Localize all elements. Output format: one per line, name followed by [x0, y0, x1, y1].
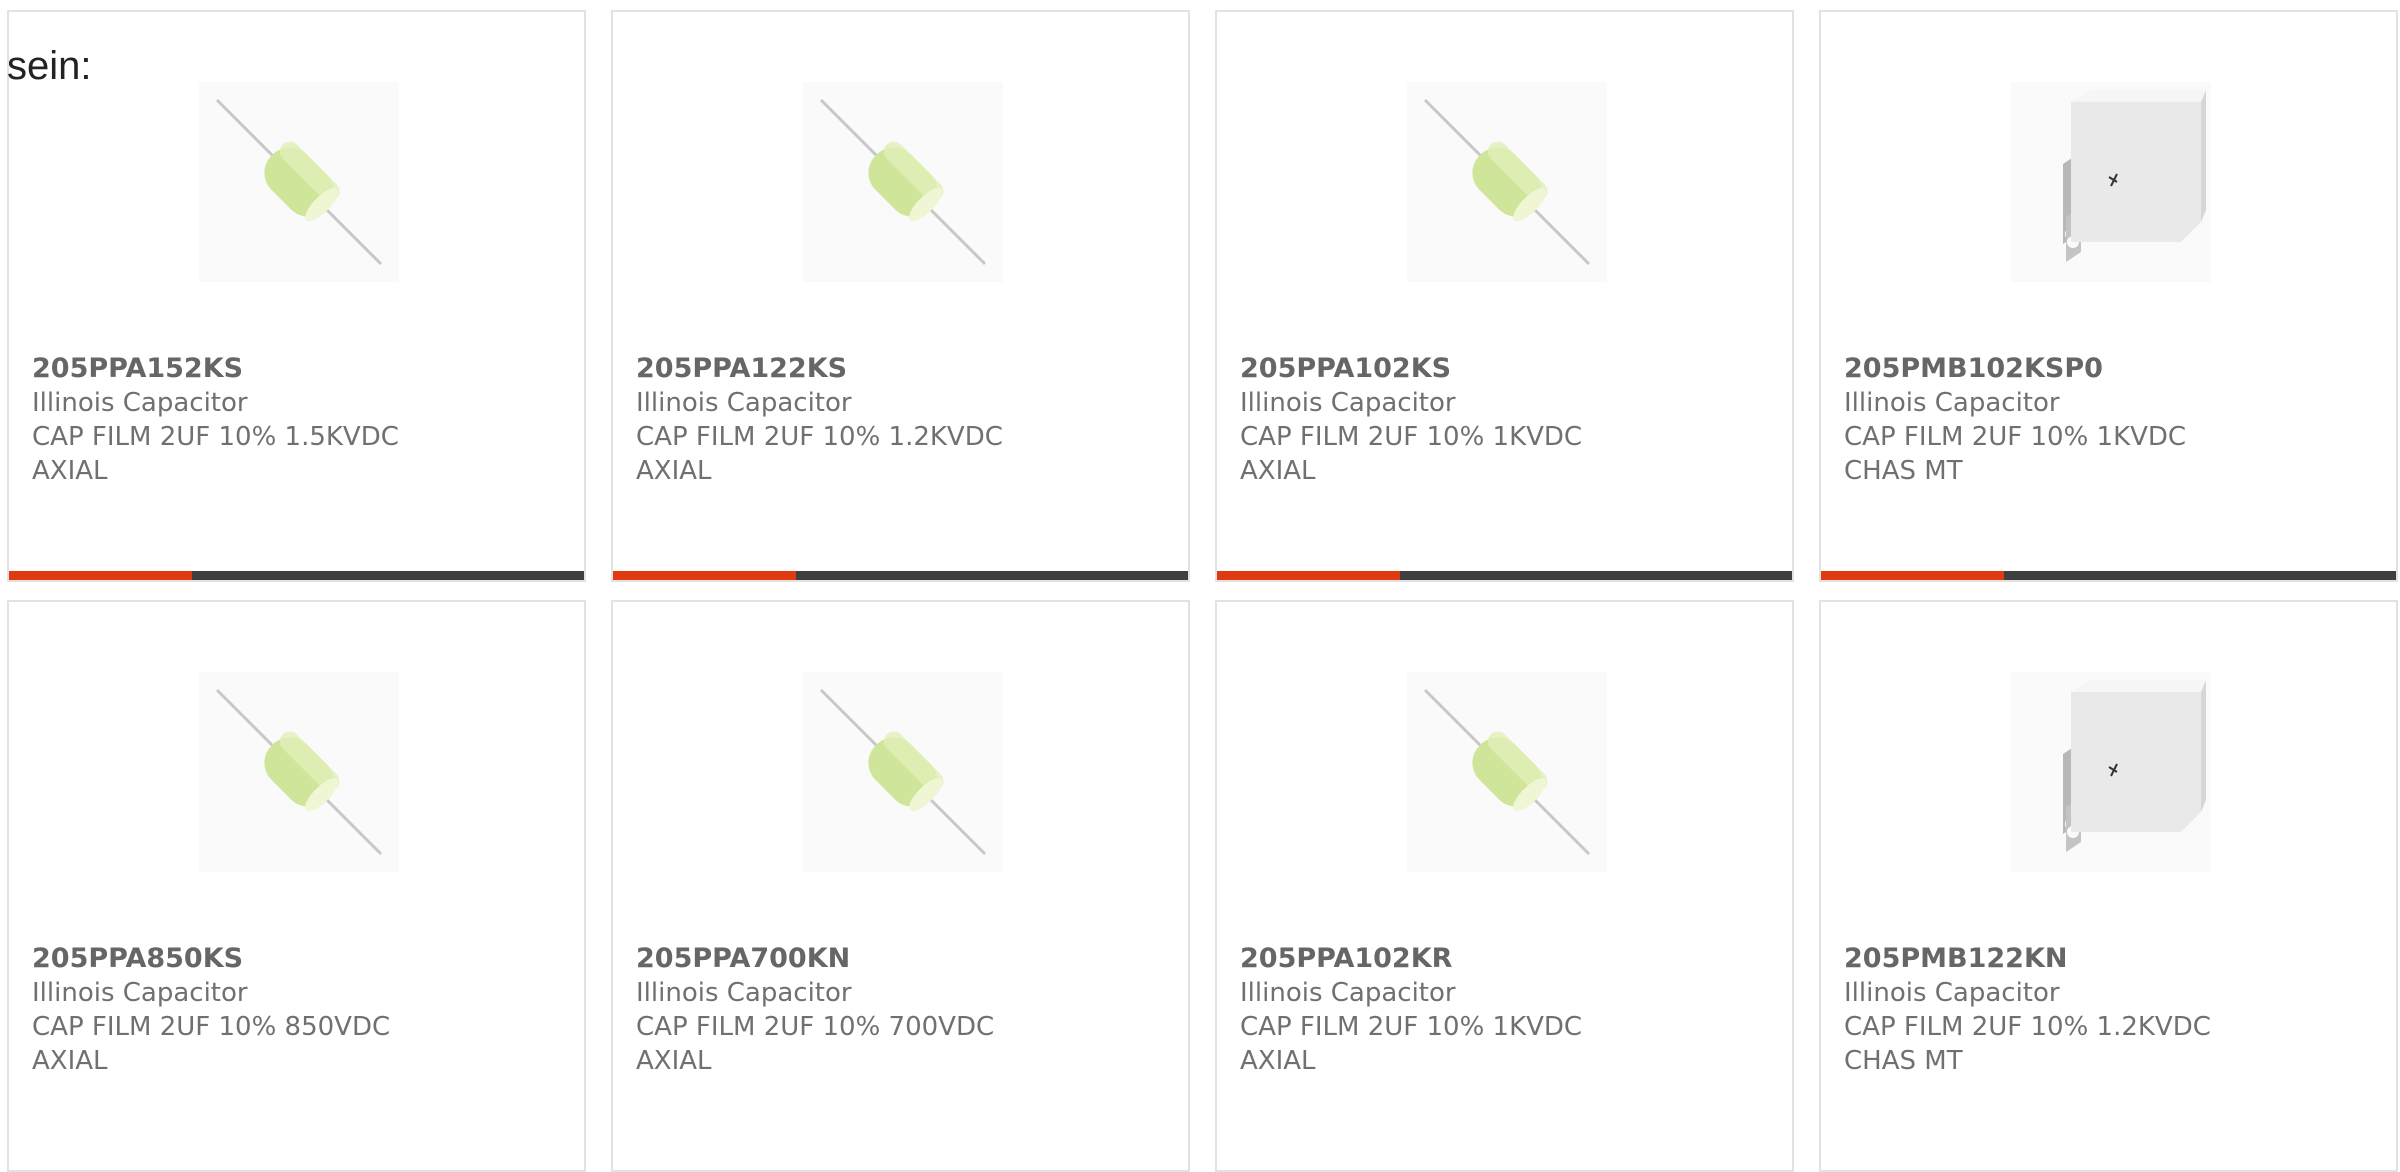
axial-film-capacitor-icon [819, 98, 987, 266]
part-number-link[interactable]: 205PPA850KS [32, 942, 432, 976]
card-accent-bar [1821, 571, 2004, 580]
product-info: 205PMB102KSP0 Illinois Capacitor CAP FIL… [1844, 352, 2244, 488]
axial-film-capacitor-icon [215, 98, 383, 266]
description: CAP FILM 2UF 10% 850VDC AXIAL [32, 1012, 391, 1076]
description: CAP FILM 2UF 10% 1.2KVDC AXIAL [636, 422, 1003, 486]
product-card[interactable]: 205PPA700KN Illinois Capacitor CAP FILM … [611, 600, 1190, 1172]
card-bottom-bar [613, 571, 1188, 580]
product-image[interactable] [803, 672, 1003, 872]
manufacturer: Illinois Capacitor [1844, 388, 2060, 418]
product-info: 205PPA700KN Illinois Capacitor CAP FILM … [636, 942, 1036, 1078]
chassis-mount-capacitor-icon [2063, 90, 2206, 262]
manufacturer: Illinois Capacitor [32, 388, 248, 418]
part-number-link[interactable]: 205PPA122KS [636, 352, 1036, 386]
product-image[interactable] [199, 672, 399, 872]
description: CAP FILM 2UF 10% 1KVDC CHAS MT [1844, 422, 2187, 486]
product-card[interactable]: 205PPA122KS Illinois Capacitor CAP FILM … [611, 10, 1190, 582]
chassis-mount-capacitor-icon [2063, 680, 2206, 852]
manufacturer: Illinois Capacitor [636, 978, 852, 1008]
product-info: 205PPA850KS Illinois Capacitor CAP FILM … [32, 942, 432, 1078]
part-number-link[interactable]: 205PPA700KN [636, 942, 1036, 976]
card-accent-bar [1217, 571, 1400, 580]
card-accent-bar [613, 571, 796, 580]
description: CAP FILM 2UF 10% 1KVDC AXIAL [1240, 422, 1583, 486]
manufacturer: Illinois Capacitor [636, 388, 852, 418]
product-image[interactable] [803, 82, 1003, 282]
part-number-link[interactable]: 205PPA102KR [1240, 942, 1640, 976]
description: CAP FILM 2UF 10% 700VDC AXIAL [636, 1012, 995, 1076]
manufacturer: Illinois Capacitor [1240, 978, 1456, 1008]
manufacturer: Illinois Capacitor [1240, 388, 1456, 418]
product-info: 205PMB122KN Illinois Capacitor CAP FILM … [1844, 942, 2244, 1078]
card-bottom-bar [1821, 571, 2396, 580]
product-info: 205PPA122KS Illinois Capacitor CAP FILM … [636, 352, 1036, 488]
card-accent-bar [9, 571, 192, 580]
product-card[interactable]: 205PPA152KS Illinois Capacitor CAP FILM … [7, 10, 586, 582]
product-grid: 205PPA152KS Illinois Capacitor CAP FILM … [7, 10, 2400, 1172]
axial-film-capacitor-icon [1423, 98, 1591, 266]
card-bottom-bar [9, 571, 584, 580]
manufacturer: Illinois Capacitor [32, 978, 248, 1008]
part-number-link[interactable]: 205PMB122KN [1844, 942, 2244, 976]
product-info: 205PPA152KS Illinois Capacitor CAP FILM … [32, 352, 432, 488]
product-card[interactable]: 205PPA850KS Illinois Capacitor CAP FILM … [7, 600, 586, 1172]
product-card[interactable]: 205PMB102KSP0 Illinois Capacitor CAP FIL… [1819, 10, 2398, 582]
card-bottom-bar [1217, 571, 1792, 580]
description: CAP FILM 2UF 10% 1KVDC AXIAL [1240, 1012, 1583, 1076]
axial-film-capacitor-icon [1423, 688, 1591, 856]
part-number-link[interactable]: 205PPA102KS [1240, 352, 1640, 386]
product-card[interactable]: 205PMB122KN Illinois Capacitor CAP FILM … [1819, 600, 2398, 1172]
manufacturer: Illinois Capacitor [1844, 978, 2060, 1008]
product-image[interactable] [1407, 672, 1607, 872]
product-image[interactable] [1407, 82, 1607, 282]
product-image[interactable] [2011, 672, 2211, 872]
description: CAP FILM 2UF 10% 1.5KVDC AXIAL [32, 422, 399, 486]
description: CAP FILM 2UF 10% 1.2KVDC CHAS MT [1844, 1012, 2211, 1076]
intro-text: sein: [7, 44, 92, 88]
product-image[interactable] [199, 82, 399, 282]
product-card[interactable]: 205PPA102KR Illinois Capacitor CAP FILM … [1215, 600, 1794, 1172]
product-card[interactable]: 205PPA102KS Illinois Capacitor CAP FILM … [1215, 10, 1794, 582]
axial-film-capacitor-icon [215, 688, 383, 856]
product-image[interactable] [2011, 82, 2211, 282]
part-number-link[interactable]: 205PMB102KSP0 [1844, 352, 2244, 386]
product-info: 205PPA102KR Illinois Capacitor CAP FILM … [1240, 942, 1640, 1078]
part-number-link[interactable]: 205PPA152KS [32, 352, 432, 386]
product-info: 205PPA102KS Illinois Capacitor CAP FILM … [1240, 352, 1640, 488]
axial-film-capacitor-icon [819, 688, 987, 856]
